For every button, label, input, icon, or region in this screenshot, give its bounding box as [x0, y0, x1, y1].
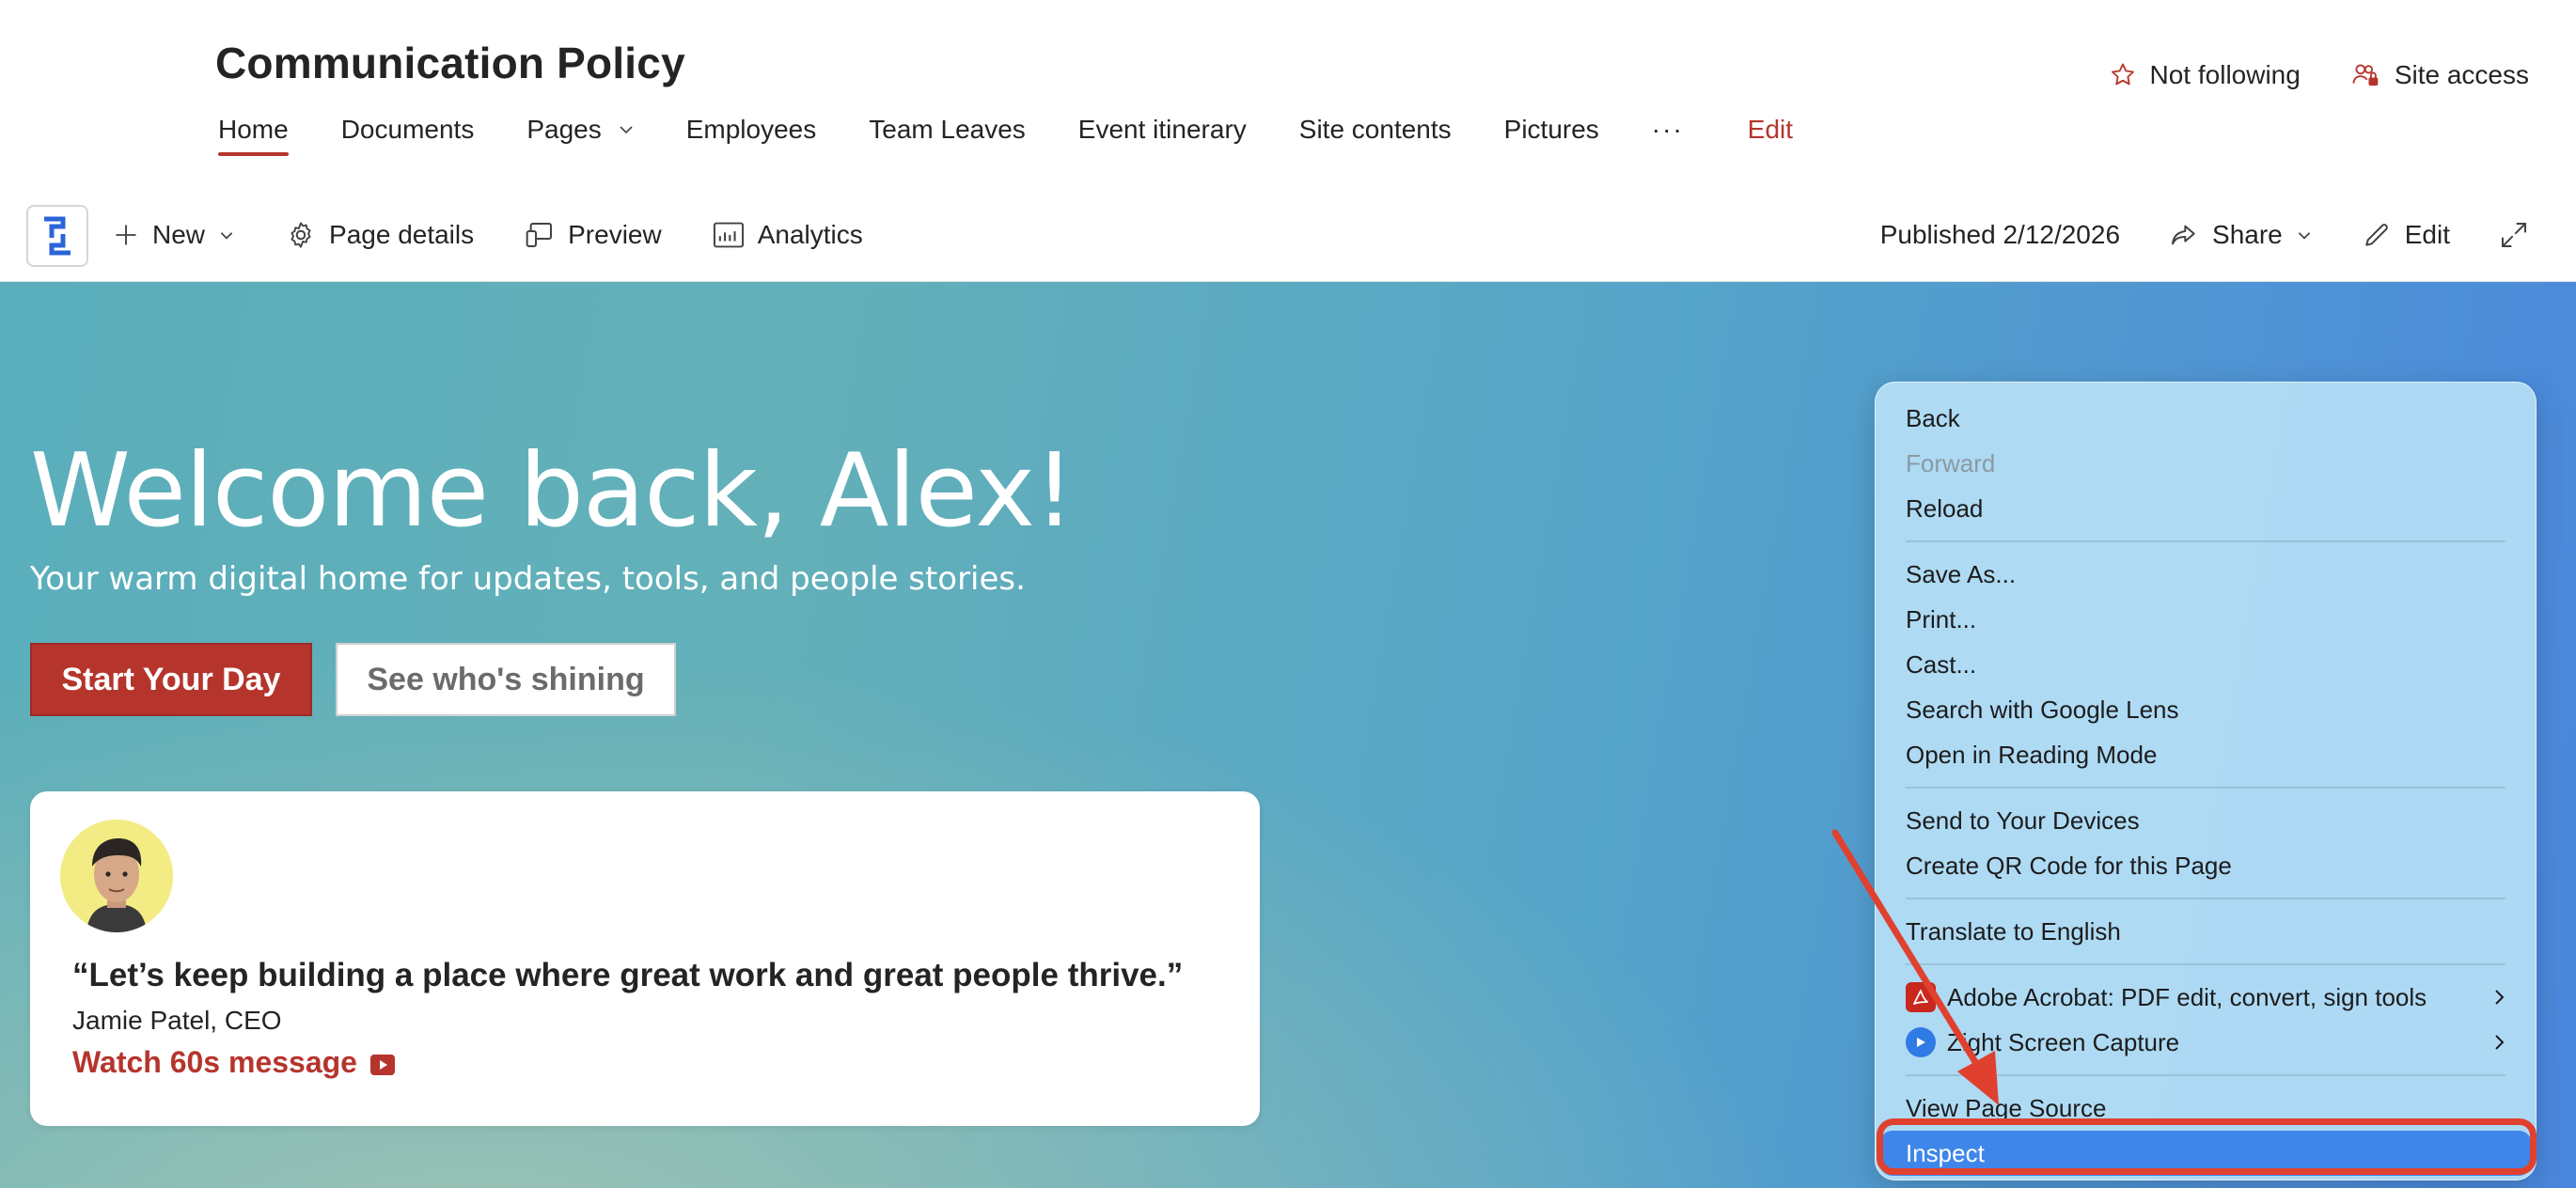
command-bar-left: New Page details Preview Analytics — [113, 188, 863, 282]
chevron-right-icon — [2492, 975, 2507, 1020]
ceo-quote-card: “Let’s keep building a place where great… — [30, 791, 1260, 1126]
menu-separator — [1906, 787, 2505, 789]
zight-label: Zight Screen Capture — [1947, 1028, 2180, 1056]
plus-icon — [116, 225, 136, 245]
menu-separator — [1906, 898, 2505, 899]
menu-item-qr-code[interactable]: Create QR Code for this Page — [1876, 843, 2536, 888]
chevron-down-icon — [2298, 232, 2310, 240]
watch-message-link[interactable]: Watch 60s message — [72, 1045, 395, 1080]
command-bar: New Page details Preview Analytics Publi… — [0, 188, 2576, 282]
star-icon — [2111, 63, 2134, 86]
new-button[interactable]: New — [113, 220, 235, 250]
follow-label: Not following — [2149, 60, 2301, 89]
preview-button[interactable]: Preview — [525, 220, 662, 250]
menu-item-print[interactable]: Print... — [1876, 597, 2536, 642]
share-label: Share — [2212, 220, 2283, 249]
edit-button[interactable]: Edit — [2362, 220, 2450, 250]
menu-separator — [1906, 540, 2505, 542]
nav-item-pictures[interactable]: Pictures — [1504, 107, 1599, 152]
share-icon — [2172, 225, 2195, 245]
quote-author: Jamie Patel, CEO — [72, 1006, 282, 1035]
nav-item-pages[interactable]: Pages — [526, 107, 633, 152]
menu-item-inspect[interactable]: Inspect — [1879, 1131, 2532, 1176]
nav-item-home[interactable]: Home — [218, 107, 289, 156]
app-logo-icon — [44, 216, 71, 256]
hero-tagline: Your warm digital home for updates, tool… — [30, 560, 1026, 598]
people-lock-icon — [2352, 64, 2379, 86]
chevron-right-icon — [2492, 1020, 2507, 1065]
analytics-label: Analytics — [757, 220, 863, 249]
nav-item-pages-label: Pages — [526, 115, 602, 144]
chevron-down-icon — [220, 232, 233, 240]
follow-button[interactable]: Not following — [2109, 60, 2301, 90]
menu-item-zight[interactable]: Zight Screen Capture — [1876, 1020, 2536, 1065]
site-title[interactable]: Communication Policy — [215, 38, 685, 88]
analytics-button[interactable]: Analytics — [713, 220, 863, 250]
chevron-down-icon — [620, 126, 633, 134]
zight-icon — [1906, 1027, 1936, 1057]
nav-item-site-contents[interactable]: Site contents — [1299, 107, 1452, 152]
menu-item-save-as[interactable]: Save As... — [1876, 552, 2536, 597]
nav-item-team-leaves[interactable]: Team Leaves — [869, 107, 1026, 152]
menu-item-send-to-devices[interactable]: Send to Your Devices — [1876, 798, 2536, 843]
share-button[interactable]: Share — [2169, 220, 2313, 250]
published-status: Published 2/12/2026 — [1879, 220, 2121, 249]
watch-message-label: Watch 60s message — [72, 1045, 357, 1079]
site-header: Communication Policy Home Documents Page… — [0, 0, 2576, 188]
menu-item-back[interactable]: Back — [1876, 396, 2536, 441]
site-nav: Home Documents Pages Employees Team Leav… — [218, 107, 1846, 156]
expand-button[interactable] — [2499, 220, 2529, 250]
nav-edit-link[interactable]: Edit — [1748, 107, 1793, 152]
menu-item-adobe-acrobat[interactable]: Adobe Acrobat: PDF edit, convert, sign t… — [1876, 975, 2536, 1020]
menu-item-cast[interactable]: Cast... — [1876, 642, 2536, 687]
adobe-acrobat-label: Adobe Acrobat: PDF edit, convert, sign t… — [1947, 983, 2427, 1011]
nav-item-employees[interactable]: Employees — [686, 107, 817, 152]
nav-item-event-itinerary[interactable]: Event itinerary — [1078, 107, 1247, 152]
new-label: New — [152, 220, 206, 249]
welcome-heading: Welcome back, Alex! — [30, 432, 1075, 550]
menu-item-translate[interactable]: Translate to English — [1876, 909, 2536, 954]
site-access-label: Site access — [2394, 60, 2529, 89]
start-your-day-button[interactable]: Start Your Day — [30, 643, 312, 716]
menu-separator — [1906, 1074, 2505, 1076]
nav-item-documents[interactable]: Documents — [341, 107, 475, 152]
person-portrait-icon — [60, 820, 173, 932]
menu-item-reload[interactable]: Reload — [1876, 486, 2536, 531]
video-play-icon — [369, 1054, 395, 1075]
nav-more-button[interactable]: ··· — [1652, 107, 1684, 152]
page-details-button[interactable]: Page details — [286, 220, 474, 250]
edit-label: Edit — [2404, 220, 2450, 249]
command-bar-right: Published 2/12/2026 Share Edit — [1880, 188, 2529, 282]
menu-separator — [1906, 963, 2505, 965]
menu-item-google-lens[interactable]: Search with Google Lens — [1876, 687, 2536, 732]
browser-context-menu: Back Forward Reload Save As... Print... … — [1875, 382, 2537, 1180]
page-details-label: Page details — [329, 220, 475, 249]
gear-icon — [291, 222, 311, 248]
see-whos-shining-button[interactable]: See who's shining — [336, 643, 676, 716]
ceo-quote: “Let’s keep building a place where great… — [72, 957, 1184, 993]
menu-item-view-source[interactable]: View Page Source — [1876, 1086, 2536, 1131]
adobe-acrobat-icon — [1906, 982, 1936, 1012]
analytics-icon — [713, 222, 744, 248]
pencil-icon — [2365, 224, 2388, 246]
site-access-button[interactable]: Site access — [2351, 60, 2529, 90]
expand-icon — [2502, 223, 2526, 247]
menu-item-reading-mode[interactable]: Open in Reading Mode — [1876, 732, 2536, 777]
avatar — [60, 820, 173, 932]
header-actions: Not following Site access — [2109, 60, 2529, 90]
preview-icon — [526, 223, 553, 247]
app-logo[interactable] — [26, 205, 88, 267]
menu-item-forward[interactable]: Forward — [1876, 441, 2536, 486]
preview-label: Preview — [568, 220, 662, 249]
